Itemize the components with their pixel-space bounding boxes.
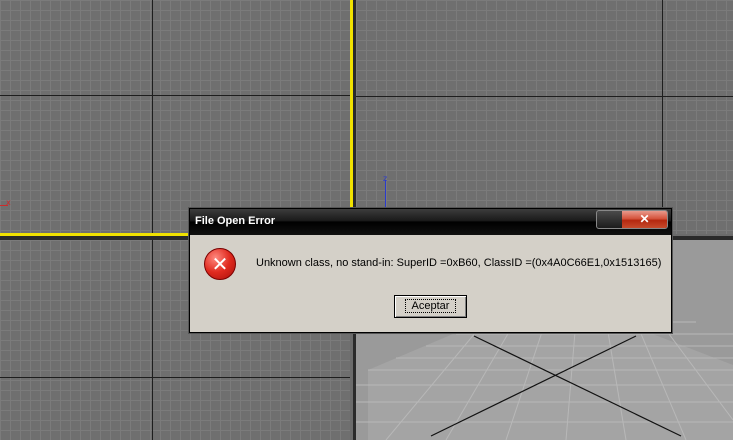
- close-button[interactable]: ✕: [622, 211, 667, 228]
- grid-major-line: [152, 240, 153, 440]
- grid-major-line: [152, 0, 153, 234]
- grid-major-line: [356, 96, 733, 97]
- close-icon: ✕: [639, 212, 650, 226]
- ok-button[interactable]: Aceptar: [394, 295, 467, 318]
- window-controls: ✕: [596, 210, 668, 229]
- viewport-top-left[interactable]: x: [0, 0, 350, 234]
- dialog-title: File Open Error: [195, 215, 276, 227]
- grid-major-line: [0, 95, 350, 96]
- error-icon: ✕: [204, 248, 236, 280]
- axis-x-label: x: [6, 198, 11, 207]
- viewport-top-right[interactable]: z: [356, 0, 733, 234]
- axis-z-line: [385, 180, 386, 208]
- caption-button-group: [597, 211, 621, 228]
- axis-z-label: z: [383, 174, 388, 183]
- grid-major-line: [0, 377, 350, 378]
- active-viewport-frame: [350, 0, 353, 240]
- dialog-body: ✕ Unknown class, no stand-in: SuperID =0…: [190, 235, 671, 331]
- error-message: Unknown class, no stand-in: SuperID =0xB…: [256, 257, 662, 269]
- dialog-titlebar[interactable]: File Open Error ✕: [190, 209, 671, 235]
- error-x-glyph: ✕: [211, 252, 229, 276]
- ok-button-label: Aceptar: [404, 299, 457, 313]
- file-open-error-dialog: File Open Error ✕ ✕ Unknown class, no st…: [189, 208, 672, 333]
- grid-major-line: [662, 0, 663, 234]
